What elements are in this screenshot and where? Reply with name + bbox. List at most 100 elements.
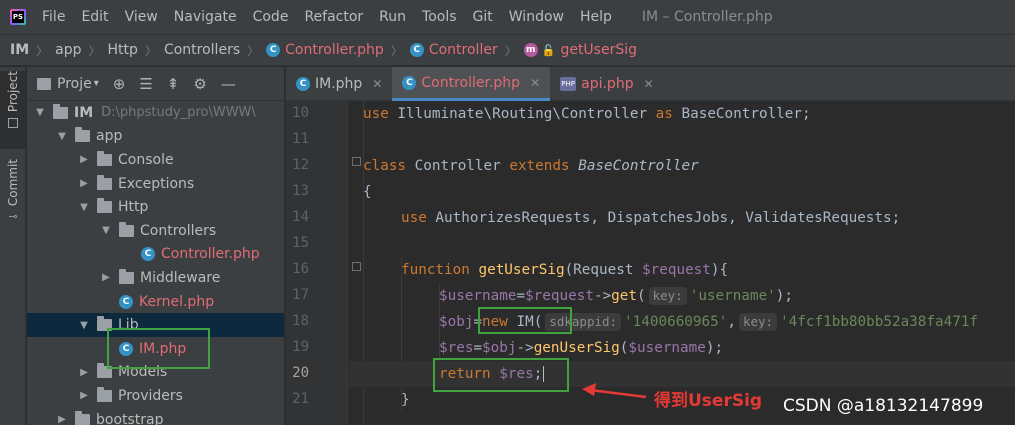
variable: $obj	[439, 314, 474, 330]
commit-tool-tab[interactable]: Commit ⊸	[0, 159, 26, 231]
chevron-down-icon[interactable]: ▼	[99, 225, 113, 236]
tree-root-label: IM	[74, 104, 94, 121]
keyword: use	[401, 210, 427, 226]
close-icon[interactable]: ✕	[530, 76, 540, 90]
line-number: 10	[292, 105, 309, 121]
menu-refactor[interactable]: Refactor	[296, 9, 371, 25]
code-text: ,	[727, 314, 736, 330]
code-line-13: {	[363, 184, 372, 200]
chevron-right-icon[interactable]: ▶	[77, 178, 91, 189]
project-panel: Proje ▾ ⊕ ☰ ⇞ ⚙ — ▼ IM D:\phpstudy_pro\W…	[27, 67, 285, 425]
hide-icon[interactable]: —	[221, 75, 236, 93]
keyword: as	[655, 106, 673, 122]
chevron-right-icon[interactable]: ▶	[55, 414, 69, 425]
tree-item[interactable]: ▼ Controllers	[27, 219, 284, 243]
chevron-right-icon: 〉	[36, 43, 49, 58]
menu-view[interactable]: View	[117, 9, 166, 25]
lock-icon: 🔓	[541, 43, 556, 57]
fold-marker-icon[interactable]	[352, 157, 361, 166]
chevron-right-icon: 〉	[504, 43, 517, 58]
close-icon[interactable]: ✕	[644, 77, 654, 91]
collapse-all-icon[interactable]: ⇞	[167, 75, 180, 93]
menu-code[interactable]: Code	[245, 9, 297, 25]
line-number: 18	[292, 313, 309, 329]
variable: $username	[439, 288, 517, 304]
code-text: (Request	[564, 262, 643, 278]
chevron-right-icon: 〉	[88, 43, 101, 58]
tree-item[interactable]: C Kernel.php	[27, 290, 284, 314]
keyword: class	[363, 158, 407, 174]
tree-item-label: Kernel.php	[139, 293, 215, 310]
tab-controller-php[interactable]: C Controller.php ✕	[392, 67, 551, 101]
highlight-box-return	[433, 358, 569, 392]
chevron-down-icon[interactable]: ▼	[33, 107, 47, 118]
menu-run[interactable]: Run	[371, 9, 414, 25]
locate-file-icon[interactable]: ⊕	[113, 75, 126, 93]
code-text: BaseController;	[672, 106, 811, 122]
menu-tools[interactable]: Tools	[414, 9, 465, 25]
code-text: =	[516, 288, 526, 304]
chevron-down-icon[interactable]: ▼	[77, 202, 91, 213]
php-class-icon: C	[409, 43, 424, 57]
project-tool-tab[interactable]: Project	[0, 71, 26, 149]
line-number: 12	[292, 157, 309, 173]
chevron-right-icon[interactable]: ▶	[77, 154, 91, 165]
breadcrumb-file[interactable]: C Controller.php	[266, 42, 384, 58]
tree-item[interactable]: C Controller.php	[27, 243, 284, 267]
breadcrumb-controllers[interactable]: Controllers	[164, 42, 240, 58]
method-icon: m	[523, 43, 538, 57]
code-text: =	[473, 340, 483, 356]
variable: $obj	[482, 340, 517, 356]
tab-label: Controller.php	[421, 74, 521, 91]
dropdown-caret-icon[interactable]: ▾	[94, 78, 99, 89]
breadcrumb-class-label: Controller	[428, 42, 498, 58]
line-number-gutter[interactable]: 10 11 12 13 14 15 16 17 18 19 20 21	[286, 101, 348, 425]
tree-item[interactable]: ▶ Providers	[27, 384, 284, 408]
breadcrumb-class[interactable]: C Controller	[409, 42, 498, 58]
php-class-icon: C	[141, 247, 155, 262]
menu-navigate[interactable]: Navigate	[166, 9, 245, 25]
breadcrumb-project[interactable]: IM	[10, 42, 29, 58]
tab-im-php[interactable]: C IM.php ✕	[286, 67, 392, 101]
menu-window[interactable]: Window	[501, 9, 572, 25]
chevron-down-icon[interactable]: ▼	[55, 131, 69, 142]
chevron-right-icon[interactable]: ▶	[77, 367, 91, 378]
breadcrumb-file-label: Controller.php	[285, 42, 384, 58]
tree-item-label: Console	[118, 151, 174, 168]
breadcrumb-method[interactable]: m 🔓 getUserSig	[523, 42, 637, 58]
chevron-down-icon[interactable]: ▼	[77, 320, 91, 331]
chevron-right-icon[interactable]: ▶	[99, 272, 113, 283]
breadcrumb-app[interactable]: app	[55, 42, 81, 58]
method-call: genUserSig	[533, 340, 620, 356]
tree-item[interactable]: ▶ Exceptions	[27, 172, 284, 196]
line-number: 21	[292, 391, 309, 407]
close-icon[interactable]: ✕	[372, 77, 382, 91]
chevron-right-icon[interactable]: ▶	[77, 390, 91, 401]
tree-item-label: Providers	[118, 387, 183, 404]
code-text: );	[775, 288, 794, 304]
tab-api-php[interactable]: PHP api.php ✕	[550, 67, 664, 101]
tree-item[interactable]: ▼ app	[27, 125, 284, 149]
line-number: 14	[292, 209, 309, 225]
code-line-10: use Illuminate\Routing\Controller as Bas…	[363, 101, 1015, 127]
tree-item[interactable]: ▼ Http	[27, 195, 284, 219]
project-view-selector[interactable]: Proje	[57, 76, 92, 92]
tree-item[interactable]: ▶ bootstrap	[27, 408, 284, 425]
expand-all-icon[interactable]: ☰	[139, 75, 152, 93]
tree-item[interactable]: ▶ Middleware	[27, 266, 284, 290]
code-line-14: use AuthorizesRequests, DispatchesJobs, …	[401, 205, 1015, 231]
fold-marker-icon[interactable]	[352, 262, 361, 271]
tree-root[interactable]: ▼ IM D:\phpstudy_pro\WWW\	[27, 101, 284, 125]
tab-label: api.php	[581, 76, 634, 92]
menu-help[interactable]: Help	[572, 9, 620, 25]
menu-file[interactable]: File	[34, 9, 73, 25]
code-text: ->	[516, 340, 534, 356]
gear-icon[interactable]: ⚙	[193, 75, 206, 93]
tree-item[interactable]: ▶ Console	[27, 148, 284, 172]
menu-git[interactable]: Git	[465, 9, 501, 25]
breadcrumb-http[interactable]: Http	[108, 42, 138, 58]
php-class-icon: C	[119, 294, 133, 309]
watermark: CSDN @a18132147899	[783, 396, 984, 416]
menu-edit[interactable]: Edit	[73, 9, 116, 25]
method-call: get	[611, 288, 637, 304]
